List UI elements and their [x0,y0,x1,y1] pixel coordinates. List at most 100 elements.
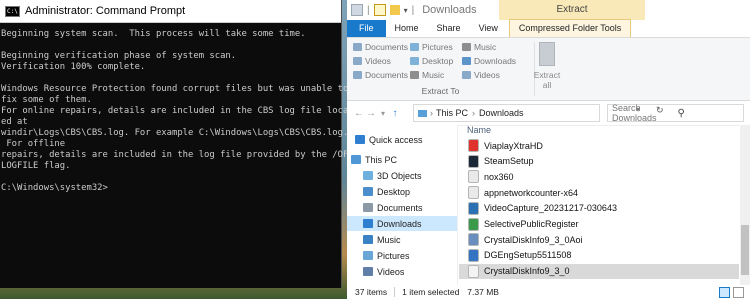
downloads-icon [462,57,471,65]
extract-to-documents-button[interactable]: Documents [353,42,408,52]
system-menu-icon[interactable] [351,4,363,16]
separator-icon: | [411,4,415,16]
recent-locations-icon[interactable]: ▾ [377,109,389,118]
nav-item-documents[interactable]: Documents [347,200,423,215]
extract-to-pictures-button[interactable]: Pictures [410,42,453,52]
status-bar: 37 items 1 item selected 7.37 MB [347,285,750,299]
up-arrow-icon[interactable]: ↑ [389,108,401,119]
search-input[interactable]: Search Downloads ⚲ [607,103,744,123]
tab-compressed-folder-tools[interactable]: Compressed Folder Tools [508,19,632,37]
details-view-icon[interactable] [719,287,730,298]
file-row[interactable]: CrystalDiskInfo9_3_0Aoi [459,232,739,247]
column-header-name[interactable]: Name [467,125,491,135]
console-line: LOGFILE flag. [1,161,71,171]
command-prompt-window[interactable]: C:\ Administrator: Command Prompt Beginn… [0,0,354,288]
file-row[interactable]: ViaplayXtraHD [459,138,739,153]
console-line: C:\Windows\system32> [1,183,108,193]
file-name: VideoCapture_20231217-030643 [484,203,617,214]
viaplay-icon [468,139,479,152]
selection-count: 1 item selected [402,287,460,297]
pictures-icon [363,251,373,260]
large-icons-view-icon[interactable] [733,287,744,298]
forward-arrow-icon[interactable]: → [365,108,377,119]
extract-to-desktop-button[interactable]: Desktop [410,56,453,66]
nav-item-videos[interactable]: Videos [347,264,404,279]
extract-to-music-button[interactable]: Music [410,70,444,80]
tab-file[interactable]: File [347,20,386,37]
nav-item-label: Desktop [377,186,411,197]
nav-item-music[interactable]: Music [347,232,401,247]
extract-to-documents-button[interactable]: Documents [353,70,408,80]
console-line: Windows Resource Protection found corrup… [1,84,349,94]
disk-icon [468,233,479,247]
nav-item-downloads[interactable]: Downloads [347,216,457,231]
extract-all-button[interactable]: Extract all [533,42,561,90]
file-row[interactable]: DGEngSetup5511508 [459,248,739,263]
tab-home[interactable]: Home [386,20,428,37]
file-row[interactable]: appnetworkcounter-x64 [459,185,739,200]
tab-share[interactable]: Share [428,20,470,37]
file-row[interactable]: VideoCapture_20231217-030643 [459,201,739,216]
file-list[interactable]: Name ViaplayXtraHD SteamSetup nox360 appnet… [459,125,739,285]
explorer-title-bar[interactable]: | ▾ | Downloads Extract [347,0,750,20]
videos-icon [462,71,471,79]
nav-item-label: 3D Objects [377,170,422,181]
vertical-scrollbar[interactable] [740,125,750,285]
nav-item-label: Downloads [377,218,422,229]
file-name: DGEngSetup5511508 [484,250,572,261]
extract-context-group: Extract [499,0,645,20]
file-icon [468,170,479,184]
navigation-pane[interactable]: Quick access This PC 3D Objects Desktop Docu… [347,125,458,285]
file-row[interactable]: SteamSetup [459,154,739,169]
documents-icon [353,43,362,51]
tab-view[interactable]: View [470,20,507,37]
breadcrumb-downloads[interactable]: Downloads [479,108,524,118]
scrollbar-thumb[interactable] [741,225,749,275]
nav-item-3d-objects[interactable]: 3D Objects [347,168,422,183]
back-arrow-icon[interactable]: ← [353,108,365,119]
file-name: CrystalDiskInfo9_3_0 [484,266,570,277]
extract-to-videos-button[interactable]: Videos [353,56,391,66]
file-row[interactable]: SelectivePublicRegister [459,217,739,232]
nav-item-pictures[interactable]: Pictures [347,248,410,263]
nav-item-label: Quick access [369,134,423,145]
properties-icon[interactable] [373,4,386,16]
cube-icon [363,171,373,180]
cmd-window-title: Administrator: Command Prompt [25,5,186,17]
extract-to-videos-button[interactable]: Videos [462,70,500,80]
ribbon-panel: Documents Pictures Music Videos Desktop … [347,38,750,101]
cmd-app-icon: C:\ [5,5,20,17]
file-name: nox360 [484,171,514,182]
qat-dropdown-icon[interactable]: ▾ [404,6,408,15]
computer-icon [351,155,361,164]
videos-icon [353,57,362,65]
extract-to-downloads-button[interactable]: Downloads [462,56,516,66]
console-line: ed at [1,117,28,127]
file-row[interactable]: nox360 [459,169,739,184]
file-row[interactable]: CrystalDiskInfo9_3_0 [459,263,739,279]
file-explorer-window[interactable]: | ▾ | Downloads Extract File Home Share … [347,0,750,299]
star-icon [355,135,365,144]
desktop-icon [363,187,373,196]
nav-item-quick-access[interactable]: Quick access [347,132,423,147]
address-bar[interactable]: › This PC › Downloads ▾ ↻ [413,104,664,122]
console-line: repairs, details are included in the log… [1,150,354,160]
nav-item-this-pc[interactable]: This PC [347,152,397,167]
music-note-icon [363,235,373,244]
explorer-window-title: Downloads [422,4,477,16]
cmd-console-output[interactable]: Beginning system scan. This process will… [0,23,354,194]
cmd-title-bar[interactable]: C:\ Administrator: Command Prompt [0,0,341,23]
nav-item-desktop[interactable]: Desktop [347,184,410,199]
nav-item-label: Music [377,234,401,245]
extract-to-music-button[interactable]: Music [462,42,496,52]
music-icon [410,71,419,79]
new-folder-icon[interactable] [389,5,400,15]
chevron-right-icon: › [472,108,476,118]
nav-item-label: Documents [377,202,423,213]
breadcrumb-this-pc[interactable]: This PC [436,108,468,118]
navigation-bar: ← → ▾ ↑ › This PC › Downloads ▾ ↻ Search… [347,101,750,126]
chevron-right-icon: › [430,108,433,118]
console-line: Verification 100% complete. [1,62,146,72]
